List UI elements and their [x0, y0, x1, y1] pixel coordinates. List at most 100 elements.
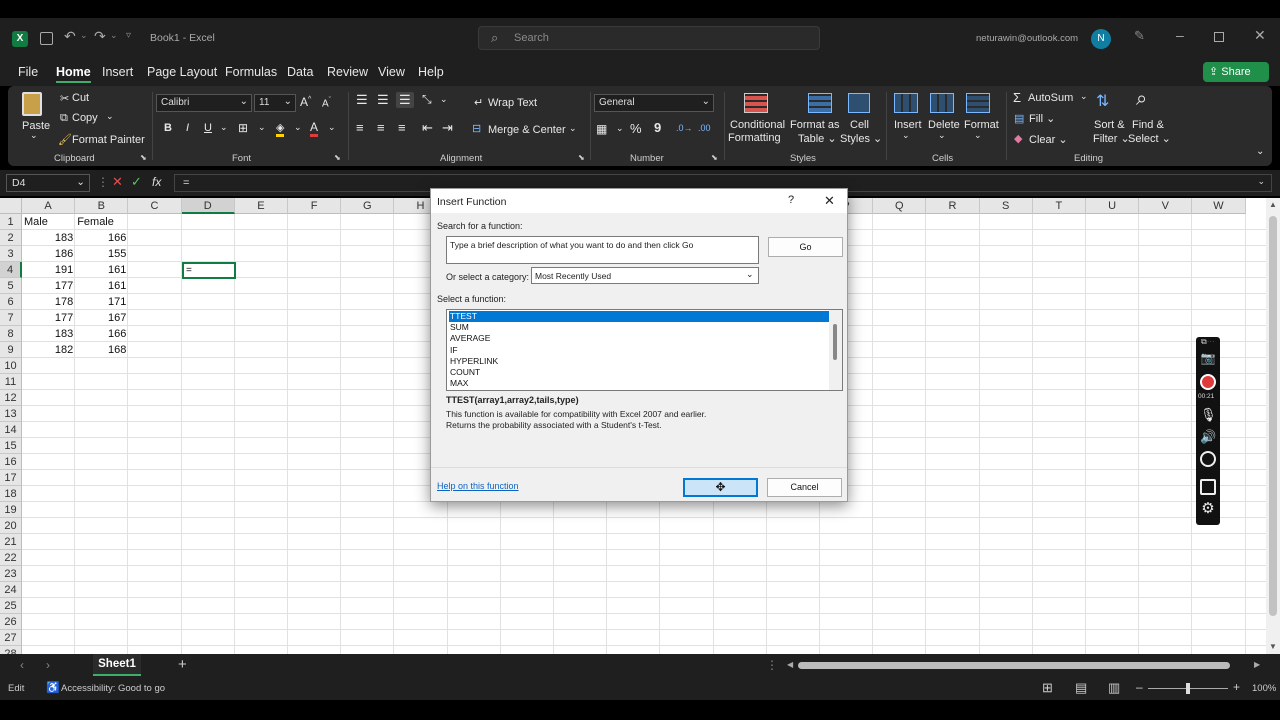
search-function-input[interactable]: Type a brief description of what you wan…	[446, 236, 759, 264]
cell-styles-label-2[interactable]: Styles ⌄	[840, 132, 882, 145]
align-center-icon[interactable]: ≡	[377, 120, 385, 135]
font-launcher-icon[interactable]: ⬊	[334, 153, 341, 162]
function-list-scroll-thumb[interactable]	[833, 324, 837, 360]
fill-button[interactable]: Fill ⌄	[1029, 112, 1055, 125]
row-header[interactable]: 11	[0, 374, 22, 390]
clear-button[interactable]: Clear ⌄	[1029, 133, 1068, 146]
alignment-launcher-icon[interactable]: ⬊	[578, 153, 585, 162]
row-header[interactable]: 24	[0, 582, 22, 598]
column-header[interactable]: R	[926, 198, 980, 214]
row-header[interactable]: 3	[0, 246, 22, 262]
row-header[interactable]: 10	[0, 358, 22, 374]
accessibility-status[interactable]: Accessibility: Good to go	[61, 683, 165, 694]
cell[interactable]: 186	[22, 246, 75, 262]
active-cell[interactable]: =	[182, 262, 236, 279]
column-header[interactable]: W	[1192, 198, 1246, 214]
webcam-icon[interactable]	[1200, 451, 1216, 467]
decrease-decimal-icon[interactable]: .00	[698, 123, 711, 133]
format-as-table-label-2[interactable]: Table ⌄	[798, 132, 837, 145]
number-launcher-icon[interactable]: ⬊	[711, 153, 718, 162]
align-left-icon[interactable]: ≡	[356, 120, 364, 135]
increase-indent-icon[interactable]: ⇥	[442, 120, 453, 136]
font-color-icon[interactable]: A	[310, 120, 319, 137]
hscroll-right-icon[interactable]: ▶	[1254, 660, 1260, 669]
designer-icon[interactable]: ✎	[1134, 28, 1145, 44]
conditional-formatting-label-2[interactable]: Formatting	[728, 132, 781, 144]
zoom-level[interactable]: 100%	[1252, 683, 1276, 694]
row-header[interactable]: 18	[0, 486, 22, 502]
underline-icon[interactable]: U	[204, 122, 212, 134]
scroll-up-icon[interactable]: ▲	[1269, 200, 1277, 209]
ok-button[interactable]: ✥	[683, 478, 758, 497]
fill-color-dropdown-icon[interactable]: ⌄	[294, 122, 302, 133]
function-list-item[interactable]: AVERAGE	[449, 333, 829, 344]
settings-gear-icon[interactable]: ⚙	[1200, 501, 1216, 517]
cell[interactable]: 182	[22, 342, 75, 358]
tab-splitter-icon[interactable]: ⋮	[766, 658, 778, 672]
sort-filter-label[interactable]: Sort &	[1094, 119, 1125, 131]
dialog-help-button[interactable]: ?	[788, 194, 794, 206]
row-header[interactable]: 7	[0, 310, 22, 326]
restore-button[interactable]	[1214, 32, 1224, 42]
increase-font-icon[interactable]: A^	[300, 95, 311, 109]
minimize-button[interactable]: –	[1176, 27, 1184, 43]
accounting-dropdown-icon[interactable]: ⌄	[616, 123, 624, 134]
avatar[interactable]: N	[1091, 29, 1111, 49]
help-on-function-link[interactable]: Help on this function	[437, 481, 519, 491]
delete-cells-dropdown-icon[interactable]: ⌄	[938, 130, 946, 141]
format-as-table-label[interactable]: Format as	[790, 119, 840, 131]
font-name-select[interactable]: Calibri ⌄	[156, 94, 252, 112]
close-window-button[interactable]: ✕	[1254, 27, 1266, 44]
align-right-icon[interactable]: ≡	[398, 120, 406, 135]
column-header[interactable]: C	[128, 198, 182, 214]
column-header[interactable]: E	[234, 198, 288, 214]
cell[interactable]: 171	[75, 294, 128, 310]
comma-icon[interactable]: 9	[654, 120, 661, 135]
row-header[interactable]: 14	[0, 422, 22, 438]
row-header[interactable]: 13	[0, 406, 22, 422]
copy-button[interactable]: Copy	[72, 112, 98, 124]
format-cells-dropdown-icon[interactable]: ⌄	[974, 130, 982, 141]
menu-formulas[interactable]: Formulas	[225, 65, 277, 79]
row-header[interactable]: 6	[0, 294, 22, 310]
row-header[interactable]: 25	[0, 598, 22, 614]
row-header[interactable]: 1	[0, 214, 22, 230]
cell[interactable]: 177	[22, 310, 75, 326]
bold-icon[interactable]: B	[164, 122, 172, 134]
menu-review[interactable]: Review	[327, 65, 368, 79]
find-select-label-2[interactable]: Select ⌄	[1128, 132, 1171, 145]
wrap-text-button[interactable]: Wrap Text	[488, 97, 537, 109]
row-header[interactable]: 12	[0, 390, 22, 406]
select-all-corner[interactable]	[0, 198, 22, 214]
share-button[interactable]: ⇪ Share	[1203, 62, 1269, 82]
undo-dropdown-icon[interactable]: ⌄	[80, 30, 88, 41]
autosum-button[interactable]: AutoSum	[1028, 92, 1073, 104]
menu-insert[interactable]: Insert	[102, 65, 133, 79]
prev-sheet-icon[interactable]: ‹	[20, 658, 24, 672]
row-header[interactable]: 8	[0, 326, 22, 342]
row-header[interactable]: 23	[0, 566, 22, 582]
decrease-indent-icon[interactable]: ⇤	[422, 120, 433, 136]
column-header[interactable]: U	[1086, 198, 1140, 214]
column-header[interactable]: S	[979, 198, 1033, 214]
align-middle-icon[interactable]: ☰	[377, 92, 389, 108]
row-header[interactable]: 4	[0, 262, 22, 278]
sheet-tab-sheet1[interactable]: Sheet1	[93, 654, 141, 676]
cell-styles-label[interactable]: Cell	[850, 119, 869, 131]
row-header[interactable]: 20	[0, 518, 22, 534]
copy-dropdown-icon[interactable]: ⌄	[106, 111, 114, 122]
font-size-select[interactable]: 11 ⌄	[254, 94, 296, 112]
row-header[interactable]: 5	[0, 278, 22, 294]
row-header[interactable]: 9	[0, 342, 22, 358]
row-header[interactable]: 21	[0, 534, 22, 550]
sort-filter-label-2[interactable]: Filter ⌄	[1093, 132, 1130, 145]
column-header[interactable]: A	[22, 198, 76, 214]
insert-cells-dropdown-icon[interactable]: ⌄	[902, 130, 910, 141]
orientation-dropdown-icon[interactable]: ⌄	[440, 94, 448, 105]
column-header[interactable]: F	[288, 198, 342, 214]
row-header[interactable]: 19	[0, 502, 22, 518]
undo-icon[interactable]: ↶	[64, 28, 76, 45]
vertical-scrollbar[interactable]: ▲ ▼	[1266, 198, 1280, 654]
redo-dropdown-icon[interactable]: ⌄	[110, 30, 118, 41]
menu-view[interactable]: View	[378, 65, 405, 79]
